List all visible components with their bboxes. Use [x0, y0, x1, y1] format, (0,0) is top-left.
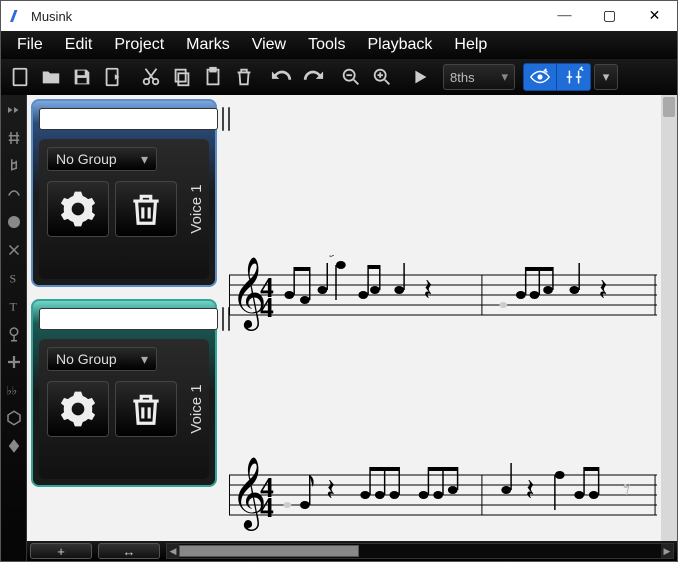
menu-edit[interactable]: Edit: [55, 33, 103, 57]
loop-tool-icon[interactable]: [3, 323, 25, 345]
voice-settings-button[interactable]: [47, 181, 109, 237]
minimize-button[interactable]: —: [542, 1, 587, 31]
menu-file[interactable]: File: [7, 33, 53, 57]
redo-button[interactable]: [298, 62, 328, 92]
horizontal-scrollbar[interactable]: ◀ ▶: [166, 543, 674, 559]
app-logo-icon: [7, 7, 25, 25]
mute-tool-icon[interactable]: [3, 239, 25, 261]
svg-text:T: T: [9, 300, 17, 314]
svg-text:4: 4: [260, 492, 274, 523]
toolbar: 8ths ▾ ▾: [1, 59, 677, 95]
svg-text:𝄽: 𝄽: [424, 275, 433, 307]
natural-tool-icon[interactable]: [3, 155, 25, 177]
chevron-down-icon: ▾: [141, 151, 148, 168]
svg-text:♭: ♭: [328, 255, 336, 261]
quantize-value: 8ths: [450, 70, 475, 85]
snap-toggle-group: [523, 63, 591, 91]
quantize-select[interactable]: 8ths ▾: [443, 64, 515, 90]
titlebar: Musink — ▢ ✕: [1, 1, 677, 31]
menu-marks[interactable]: Marks: [176, 33, 240, 57]
voice-label: Voice 1: [188, 384, 205, 433]
tool-sidebar: S T ♭♭: [1, 95, 27, 561]
svg-text:𝄽: 𝄽: [526, 475, 535, 507]
voice-panel-2: No Group ▾ Voice 1: [31, 299, 217, 487]
svg-text:S: S: [9, 272, 16, 286]
play-button[interactable]: [405, 62, 435, 92]
svg-text:4: 4: [260, 292, 274, 323]
delete-button[interactable]: [229, 62, 259, 92]
svg-text:𝄽: 𝄽: [599, 275, 608, 307]
close-button[interactable]: ✕: [632, 1, 677, 31]
s-tool-icon[interactable]: S: [3, 267, 25, 289]
stretch-button[interactable]: ↔: [98, 543, 160, 559]
voice-settings-button[interactable]: [47, 381, 109, 437]
svg-text:𝄾: 𝄾: [623, 475, 631, 507]
chevron-down-icon: ▾: [501, 69, 508, 85]
voice-group-value: No Group: [56, 351, 117, 367]
menu-tools[interactable]: Tools: [298, 33, 355, 57]
voice-group-select[interactable]: No Group ▾: [47, 147, 157, 171]
menu-project[interactable]: Project: [104, 33, 174, 57]
voice-panel-1: No Group ▾ Voice 1: [31, 99, 217, 287]
toolbar-more-button[interactable]: ▾: [594, 64, 618, 90]
open-button[interactable]: [36, 62, 66, 92]
record-tool-icon[interactable]: [3, 211, 25, 233]
flats-tool-icon[interactable]: ♭♭: [3, 379, 25, 401]
expand-tool-icon[interactable]: [3, 99, 25, 121]
app-title: Musink: [31, 9, 542, 24]
menu-view[interactable]: View: [242, 33, 296, 57]
diamond-tool-icon[interactable]: [3, 435, 25, 457]
voice-name-input[interactable]: [39, 108, 218, 130]
snap-edit-toggle[interactable]: [557, 63, 591, 91]
scroll-left-icon[interactable]: ◀: [167, 544, 179, 558]
svg-text:𝄽: 𝄽: [326, 475, 335, 507]
voice-group-value: No Group: [56, 151, 117, 167]
menu-playback[interactable]: Playback: [357, 33, 442, 57]
voice-name-input[interactable]: [39, 308, 218, 330]
bottom-bar: + ↔ ◀ ▶: [27, 541, 677, 561]
voice-remove-button[interactable]: [228, 107, 230, 131]
vertical-scrollbar[interactable]: [661, 95, 677, 541]
t-tool-icon[interactable]: T: [3, 295, 25, 317]
voice-add-button[interactable]: [222, 107, 224, 131]
paste-button[interactable]: [198, 62, 228, 92]
maximize-button[interactable]: ▢: [587, 1, 632, 31]
score-canvas[interactable]: No Group ▾ Voice 1: [27, 95, 677, 541]
staff-2[interactable]: 𝄞 4 4 𝄽: [229, 455, 657, 541]
zoom-out-button[interactable]: [336, 62, 366, 92]
plus-tool-icon[interactable]: [3, 351, 25, 373]
voice-label: Voice 1: [188, 184, 205, 233]
sharp-tool-icon[interactable]: [3, 127, 25, 149]
zoom-in-button[interactable]: [367, 62, 397, 92]
snap-view-toggle[interactable]: [523, 63, 557, 91]
voice-group-select[interactable]: No Group ▾: [47, 347, 157, 371]
voice-delete-button[interactable]: [115, 181, 177, 237]
undo-button[interactable]: [267, 62, 297, 92]
chevron-down-icon: ▾: [141, 351, 148, 368]
staff-1[interactable]: 𝄞 4 4 ♭: [229, 255, 657, 343]
menubar: File Edit Project Marks View Tools Playb…: [1, 31, 677, 59]
copy-button[interactable]: [167, 62, 197, 92]
export-button[interactable]: [98, 62, 128, 92]
add-measure-button[interactable]: +: [30, 543, 92, 559]
voice-add-button[interactable]: [222, 307, 224, 331]
new-button[interactable]: [5, 62, 35, 92]
menu-help[interactable]: Help: [444, 33, 497, 57]
svg-text:♭♭: ♭♭: [6, 386, 17, 398]
hex-tool-icon[interactable]: [3, 407, 25, 429]
scroll-right-icon[interactable]: ▶: [661, 544, 673, 558]
cut-button[interactable]: [136, 62, 166, 92]
save-button[interactable]: [67, 62, 97, 92]
voice-delete-button[interactable]: [115, 381, 177, 437]
tie-tool-icon[interactable]: [3, 183, 25, 205]
